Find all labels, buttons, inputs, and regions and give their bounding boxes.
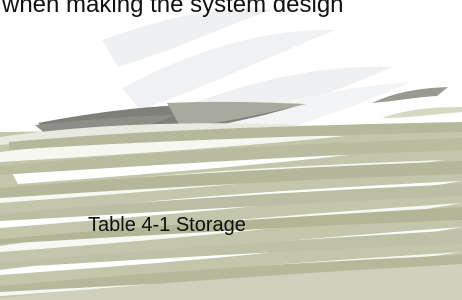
scan-artifact-overlay xyxy=(0,0,462,300)
document-page: when making the system design Table 4-1 … xyxy=(0,0,462,300)
table-caption: Table 4-1 Storage xyxy=(88,214,246,236)
partial-body-text: when making the system design xyxy=(2,0,344,18)
